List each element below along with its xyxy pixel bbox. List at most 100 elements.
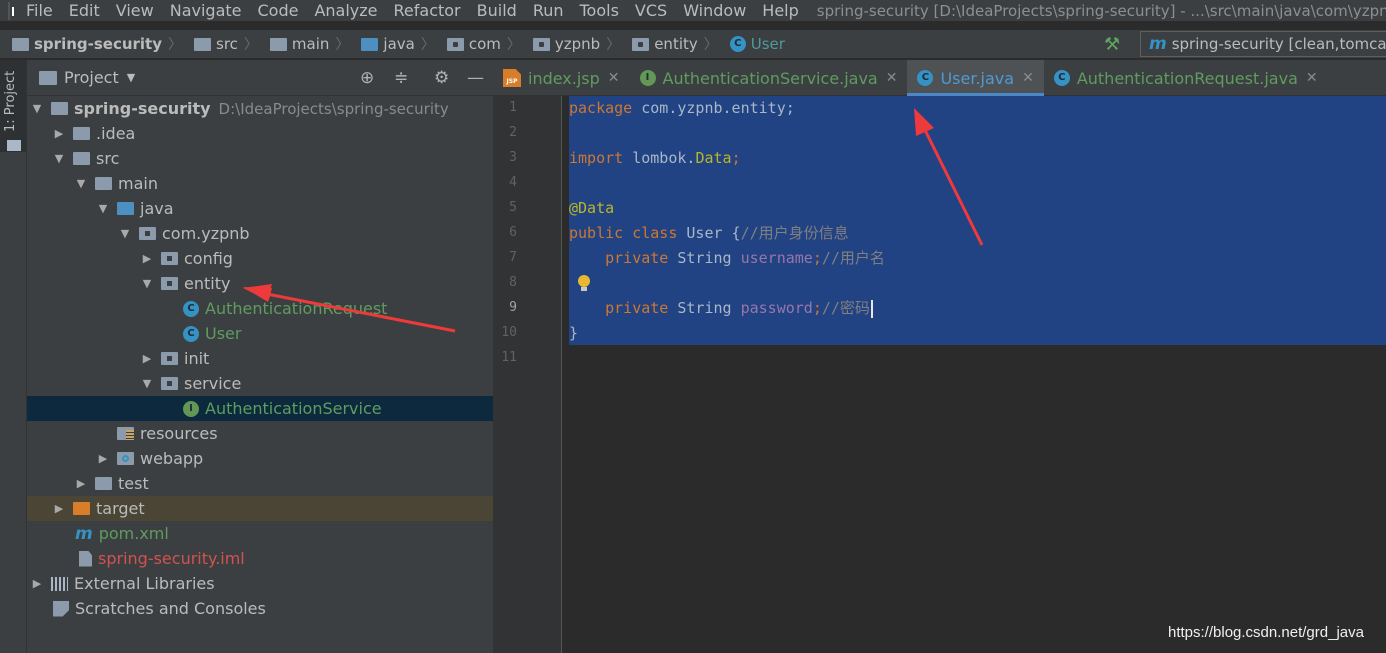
code-line-5[interactable]: @Data — [569, 196, 614, 221]
expanded-arrow-icon[interactable]: ▼ — [75, 177, 87, 190]
line-number: 4 — [509, 175, 517, 190]
keyword-token: private — [569, 299, 669, 317]
collapsed-arrow-icon[interactable]: ▶ — [141, 252, 153, 265]
close-icon[interactable]: ✕ — [1306, 70, 1318, 86]
gear-icon[interactable]: ⚙ — [434, 68, 449, 88]
breadcrumb-separator: 〉 — [703, 37, 718, 53]
breadcrumb-java[interactable]: java 〉 — [361, 34, 435, 54]
close-icon[interactable]: ✕ — [886, 70, 898, 86]
breadcrumb-entity[interactable]: entity 〉 — [632, 34, 718, 54]
tree-item-authentication-service[interactable]: I AuthenticationService — [27, 396, 493, 421]
close-icon[interactable]: ✕ — [1022, 70, 1034, 86]
tree-item-project-root[interactable]: ▼ spring-security D:\IdeaProjects\spring… — [27, 96, 493, 121]
module-file-icon — [79, 550, 92, 567]
tab-authentication-request[interactable]: C AuthenticationRequest.java ✕ — [1044, 60, 1328, 96]
menu-tools[interactable]: Tools — [580, 1, 619, 20]
tree-item-java[interactable]: ▼ java — [27, 196, 493, 221]
breadcrumb-label: entity — [654, 35, 698, 53]
tab-index-jsp[interactable]: JSP index.jsp ✕ — [493, 60, 630, 96]
breadcrumb-src[interactable]: src 〉 — [194, 34, 258, 54]
keyword-token: public — [569, 224, 624, 242]
collapsed-arrow-icon[interactable]: ▶ — [75, 477, 87, 490]
menu-run[interactable]: Run — [533, 1, 564, 20]
code-line-7[interactable]: private String username;//用户名 — [569, 246, 885, 271]
editor-tab-bar: JSP index.jsp ✕ I AuthenticationService.… — [493, 60, 1386, 96]
collapse-all-icon[interactable]: ≑ — [394, 68, 408, 88]
code-line-10[interactable]: } — [569, 321, 578, 346]
tree-item-service[interactable]: ▼ service — [27, 371, 493, 396]
tree-item-target[interactable]: ▶ target — [27, 496, 493, 521]
tree-item-scratches[interactable]: Scratches and Consoles — [27, 596, 493, 621]
class-icon: C — [729, 36, 746, 52]
tree-item-label: AuthenticationService — [205, 399, 382, 418]
expanded-arrow-icon[interactable]: ▼ — [31, 102, 43, 115]
tree-item-label: entity — [184, 274, 231, 293]
tree-item-external-libraries[interactable]: ▶ External Libraries — [27, 571, 493, 596]
folder-icon — [269, 37, 287, 51]
project-view-selector[interactable]: Project — [64, 68, 119, 87]
code-line-6[interactable]: public class User {//用户身份信息 — [569, 221, 849, 246]
code-line-3[interactable]: import lombok.Data; — [569, 146, 741, 171]
tree-item-main[interactable]: ▼ main — [27, 171, 493, 196]
menu-refactor[interactable]: Refactor — [394, 1, 461, 20]
tree-item-init[interactable]: ▶ init — [27, 346, 493, 371]
breadcrumb-main[interactable]: main 〉 — [269, 34, 349, 54]
minimize-icon[interactable]: — — [467, 68, 484, 88]
menu-code[interactable]: Code — [258, 1, 299, 20]
expanded-arrow-icon[interactable]: ▼ — [141, 377, 153, 390]
source-folder-icon — [117, 202, 134, 215]
tree-item-config[interactable]: ▶ config — [27, 246, 493, 271]
locate-target-icon[interactable]: ⊕ — [360, 68, 374, 88]
tree-item-user[interactable]: C User — [27, 321, 493, 346]
breadcrumb-project[interactable]: spring-security 〉 — [12, 34, 182, 54]
close-icon[interactable]: ✕ — [608, 70, 620, 86]
package-icon — [532, 37, 550, 51]
code-token: ; — [812, 249, 822, 267]
menu-vcs[interactable]: VCS — [635, 1, 667, 20]
menu-navigate[interactable]: Navigate — [170, 1, 242, 20]
expanded-arrow-icon[interactable]: ▼ — [141, 277, 153, 290]
expanded-arrow-icon[interactable]: ▼ — [119, 227, 131, 240]
tree-item-com-yzpnb[interactable]: ▼ com.yzpnb — [27, 221, 493, 246]
menu-edit[interactable]: Edit — [69, 1, 100, 20]
collapsed-arrow-icon[interactable]: ▶ — [141, 352, 153, 365]
breadcrumb-label: User — [750, 35, 785, 53]
menu-window[interactable]: Window — [683, 1, 746, 20]
project-tool-window-tab[interactable]: 1: Project — [0, 60, 26, 152]
project-panel-header: Project ▼ ⊕ ≑ ⚙ — — [27, 60, 493, 96]
menu-help[interactable]: Help — [762, 1, 798, 20]
collapsed-arrow-icon[interactable]: ▶ — [97, 452, 109, 465]
collapsed-arrow-icon[interactable]: ▶ — [53, 127, 65, 140]
menu-build[interactable]: Build — [477, 1, 517, 20]
tree-item-entity[interactable]: ▼ entity — [27, 271, 493, 296]
tree-item-resources[interactable]: resources — [27, 421, 493, 446]
tab-authentication-service[interactable]: I AuthenticationService.java ✕ — [630, 60, 908, 96]
tree-item-iml[interactable]: spring-security.iml — [27, 546, 493, 571]
keyword-token: private — [569, 249, 669, 267]
expanded-arrow-icon[interactable]: ▼ — [97, 202, 109, 215]
breadcrumb-yzpnb[interactable]: yzpnb 〉 — [532, 34, 620, 54]
collapsed-arrow-icon[interactable]: ▶ — [53, 502, 65, 515]
tree-item-webapp[interactable]: ▶ webapp — [27, 446, 493, 471]
menu-view[interactable]: View — [116, 1, 154, 20]
menu-analyze[interactable]: Analyze — [314, 1, 377, 20]
tree-item-idea[interactable]: ▶ .idea — [27, 121, 493, 146]
run-configuration-selector[interactable]: m spring-security [clean,tomcat7:run] — [1140, 31, 1386, 57]
build-hammer-icon[interactable]: ⚒ — [1104, 34, 1120, 55]
breadcrumb-com[interactable]: com 〉 — [446, 34, 521, 54]
line-number-gutter[interactable]: 1 2 3 4 5 6 7 8 9 10 11 — [493, 96, 562, 653]
code-line-1[interactable]: package com.yzpnb.entity; — [569, 96, 795, 121]
tree-item-test[interactable]: ▶ test — [27, 471, 493, 496]
collapsed-arrow-icon[interactable]: ▶ — [31, 577, 43, 590]
code-line-9[interactable]: private String password;//密码 — [569, 296, 873, 321]
expanded-arrow-icon[interactable]: ▼ — [53, 152, 65, 165]
lightbulb-icon[interactable] — [578, 275, 590, 291]
tree-item-pom[interactable]: m pom.xml — [27, 521, 493, 546]
breadcrumb-user[interactable]: C User — [729, 35, 785, 53]
tree-item-src[interactable]: ▼ src — [27, 146, 493, 171]
intellij-logo-icon — [8, 1, 14, 20]
tree-item-authentication-request[interactable]: C AuthenticationRequest — [27, 296, 493, 321]
menu-file[interactable]: File — [26, 1, 53, 20]
tab-user-java[interactable]: C User.java ✕ — [907, 60, 1045, 96]
dropdown-arrow-icon[interactable]: ▼ — [127, 71, 135, 84]
